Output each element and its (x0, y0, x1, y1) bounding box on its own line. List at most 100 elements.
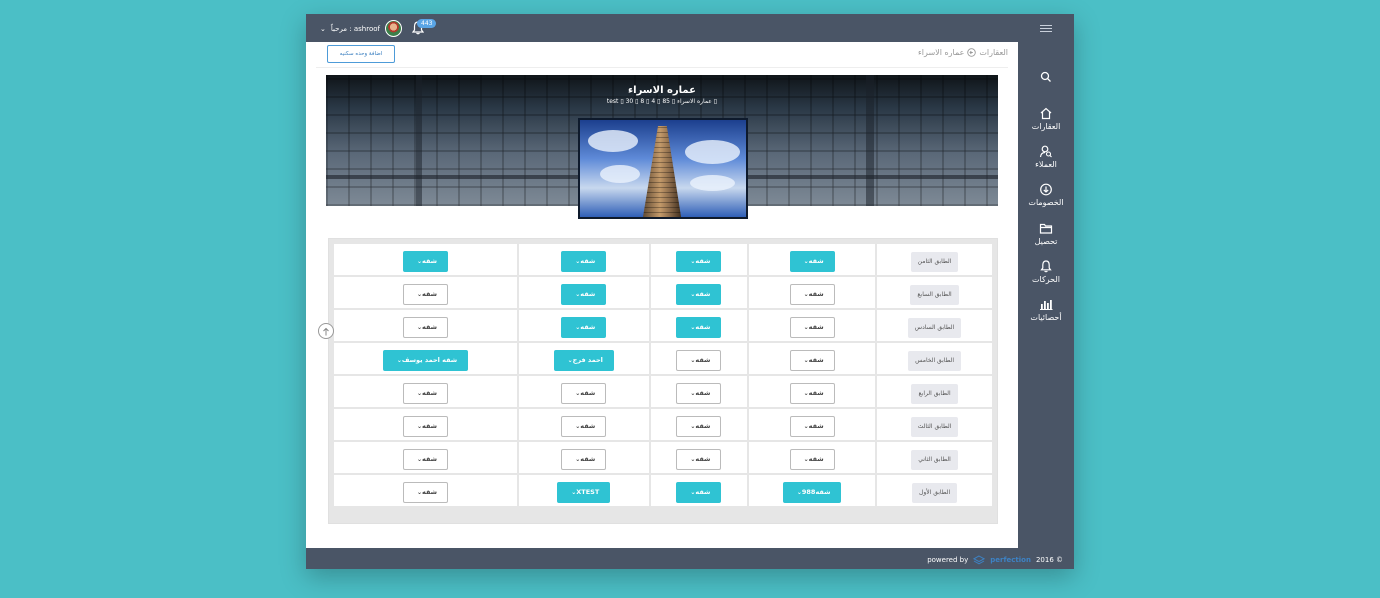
unit-cell: ⌄شقه (334, 376, 518, 407)
sidebar-item-clients[interactable]: العملاء (1018, 145, 1074, 169)
unit-dropdown-button[interactable]: ⌄شقه988 (782, 481, 842, 503)
unit-dropdown-button[interactable]: ⌄شقه (789, 415, 835, 437)
sidebar-item-label: العقارات (1031, 122, 1061, 131)
sidebar-item-transactions[interactable]: الحركات (1018, 260, 1074, 284)
scroll-up-button[interactable] (318, 323, 334, 339)
user-search-icon (1039, 145, 1052, 158)
unit-label: شقه (422, 421, 438, 430)
unit-cell: ⌄XTEST (519, 475, 649, 506)
unit-dropdown-button[interactable]: ⌄شقه (402, 415, 449, 437)
unit-dropdown-button[interactable]: ⌄شقه (676, 250, 722, 272)
unit-cell: ⌄شقه (334, 442, 518, 473)
breadcrumb-current[interactable]: عماره الاسراء (918, 48, 964, 57)
floor-cell: الطابق السابع (877, 277, 992, 308)
floor-label[interactable]: الطابق الخامس (908, 350, 961, 371)
floor-label[interactable]: الطابق الثاني (911, 449, 958, 470)
unit-dropdown-button[interactable]: ⌄شقه (789, 349, 835, 371)
floors-grid: ⌄شقه ⌄شقه ⌄شقه ⌄شقه الطابق الثامن ⌄شقه ⌄شقه ⌄شق… (328, 238, 998, 524)
sidebar-item-discounts[interactable]: الخصومات (1018, 183, 1074, 207)
unit-dropdown-button[interactable]: ⌄شقه (676, 316, 722, 338)
unit-dropdown-button[interactable]: ⌄احمد فرج (553, 349, 614, 371)
unit-dropdown-button[interactable]: ⌄شقه (789, 316, 835, 338)
floor-label[interactable]: الطابق السادس (907, 317, 962, 338)
unit-dropdown-button[interactable]: ⌄شقه (676, 448, 722, 470)
unit-cell: ⌄شقه (650, 442, 748, 473)
unit-dropdown-button[interactable]: ⌄شقه (676, 415, 722, 437)
unit-cell: ⌄شقه988 (749, 475, 876, 506)
unit-cell: ⌄شقه (749, 277, 876, 308)
app-window: ⌄ مرحباً : ashroof 443 العقارات العملاء … (306, 14, 1074, 569)
unit-dropdown-button[interactable]: ⌄شقه احمد يوسف (382, 349, 469, 371)
unit-dropdown-button[interactable]: ⌄شقه (561, 250, 607, 272)
unit-label: شقه (695, 256, 711, 265)
unit-label: شقه (580, 322, 596, 331)
meta-value: عماره الاسراء (677, 98, 712, 105)
unit-dropdown-button[interactable]: ⌄شقه (402, 283, 449, 305)
unit-label: شقه (422, 289, 438, 298)
floor-label[interactable]: الطابق الثالث (910, 416, 959, 437)
bell-icon (1040, 260, 1052, 273)
unit-dropdown-button[interactable]: ⌄شقه (789, 250, 835, 272)
unit-dropdown-button[interactable]: ⌄شقه (676, 349, 722, 371)
sidebar-item-properties[interactable]: العقارات (1018, 107, 1074, 131)
menu-icon[interactable] (1040, 23, 1052, 34)
sidebar: العقارات العملاء الخصومات تحصيل الحركات … (1018, 42, 1074, 548)
unit-dropdown-button[interactable]: ⌄شقه (561, 316, 607, 338)
powered-by-text: powered by (927, 556, 969, 564)
unit-dropdown-button[interactable]: ⌄شقه (789, 283, 835, 305)
unit-cell: ⌄شقه احمد يوسف (334, 343, 518, 374)
unit-dropdown-button[interactable]: ⌄شقه (676, 283, 722, 305)
unit-dropdown-button[interactable]: ⌄شقه (402, 250, 449, 272)
user-menu[interactable]: ⌄ مرحباً : ashroof (320, 20, 402, 37)
bar-chart-icon (1040, 300, 1053, 310)
search-icon[interactable] (1039, 70, 1053, 84)
floor-label[interactable]: الطابق الرابع (911, 383, 958, 404)
unit-label: شقه (808, 256, 824, 265)
add-unit-button[interactable]: اضافة وحده سكنيه (327, 45, 395, 63)
brand-name[interactable]: perfection (990, 556, 1031, 564)
unit-cell: ⌄احمد فرج (519, 343, 649, 374)
unit-dropdown-button[interactable]: ⌄شقه (561, 448, 607, 470)
unit-dropdown-button[interactable]: ⌄XTEST (557, 481, 611, 503)
unit-cell: ⌄شقه (749, 244, 876, 275)
floor-cell: الطابق الثامن (877, 244, 992, 275)
unit-dropdown-button[interactable]: ⌄شقه (676, 481, 722, 503)
unit-dropdown-button[interactable]: ⌄شقه (402, 316, 449, 338)
floor-cell: الطابق الثاني (877, 442, 992, 473)
unit-dropdown-button[interactable]: ⌄شقه (561, 382, 607, 404)
unit-label: شقه988 (801, 487, 831, 496)
breadcrumb-root[interactable]: العقارات (979, 48, 1008, 57)
unit-dropdown-button[interactable]: ⌄شقه (789, 382, 835, 404)
floor-label[interactable]: الطابق السابع (910, 284, 959, 305)
unit-dropdown-button[interactable]: ⌄شقه (676, 382, 722, 404)
arrow-up-icon (323, 327, 329, 336)
unit-cell: ⌄شقه (749, 409, 876, 440)
unit-dropdown-button[interactable]: ⌄شقه (402, 448, 449, 470)
unit-cell: ⌄شقه (749, 310, 876, 341)
notification-badge: 443 (417, 19, 437, 28)
unit-cell: ⌄شقه (519, 244, 649, 275)
unit-label: شقه (695, 322, 711, 331)
unit-dropdown-button[interactable]: ⌄شقه (402, 481, 449, 503)
unit-dropdown-button[interactable]: ⌄شقه (561, 283, 607, 305)
unit-dropdown-button[interactable]: ⌄شقه (561, 415, 607, 437)
unit-label: شقه (580, 388, 596, 397)
unit-dropdown-button[interactable]: ⌄شقه (789, 448, 835, 470)
unit-dropdown-button[interactable]: ⌄شقه (402, 382, 449, 404)
unit-label: شقه (422, 322, 438, 331)
floor-row: ⌄شقه ⌄شقه ⌄شقه ⌄شقه الطابق الثاني (334, 442, 992, 473)
unit-cell: ⌄شقه (519, 376, 649, 407)
unit-label: شقه (808, 289, 824, 298)
floor-label[interactable]: الطابق الأول (911, 482, 958, 503)
floor-label[interactable]: الطابق الثامن (910, 251, 959, 272)
unit-label: شقه (808, 355, 824, 364)
meta-value: 8 (640, 98, 645, 105)
clipboard-icon: ▯ (635, 98, 639, 105)
sidebar-item-collection[interactable]: تحصيل (1018, 222, 1074, 246)
breadcrumb: عماره الاسراء العقارات (918, 48, 1008, 57)
unit-cell: ⌄شقه (650, 343, 748, 374)
sidebar-item-statistics[interactable]: أحصائيات (1018, 298, 1074, 322)
unit-cell: ⌄شقه (749, 376, 876, 407)
floor-row: ⌄شقه احمد يوسف ⌄احمد فرج ⌄شقه ⌄شقه الطابق ال… (334, 343, 992, 374)
download-circle-icon (1040, 183, 1052, 196)
